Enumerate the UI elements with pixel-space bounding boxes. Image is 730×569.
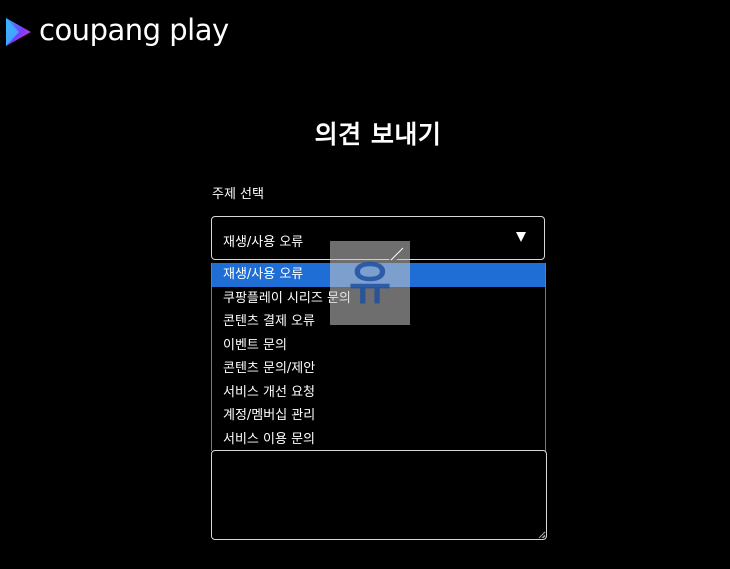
play-triangle-icon bbox=[6, 18, 31, 46]
resize-grip-icon[interactable] bbox=[538, 531, 546, 539]
topic-select-value: 재생/사용 오류 bbox=[223, 235, 304, 250]
leaf-icon bbox=[389, 245, 406, 262]
message-textarea[interactable] bbox=[211, 450, 547, 540]
topic-option[interactable]: 계정/멤버십 관리 bbox=[212, 404, 545, 428]
topic-option[interactable]: 서비스 개선 요청 bbox=[212, 381, 545, 405]
watermark: 유 bbox=[330, 241, 410, 325]
topic-label: 주제 선택 bbox=[212, 187, 264, 202]
page-title: 의견 보내기 bbox=[314, 120, 442, 149]
triangle-down-icon bbox=[516, 232, 526, 242]
brand-name: coupang play bbox=[39, 13, 229, 47]
topic-option[interactable]: 서비스 이용 문의 bbox=[212, 428, 545, 452]
page: coupang play 의견 보내기 주제 선택 재생/사용 오류 재생/사용… bbox=[0, 0, 730, 569]
topic-option[interactable]: 콘텐츠 문의/제안 bbox=[212, 357, 545, 381]
coupang-play-logo[interactable]: coupang play bbox=[3, 14, 229, 50]
topic-option[interactable]: 이벤트 문의 bbox=[212, 334, 545, 358]
